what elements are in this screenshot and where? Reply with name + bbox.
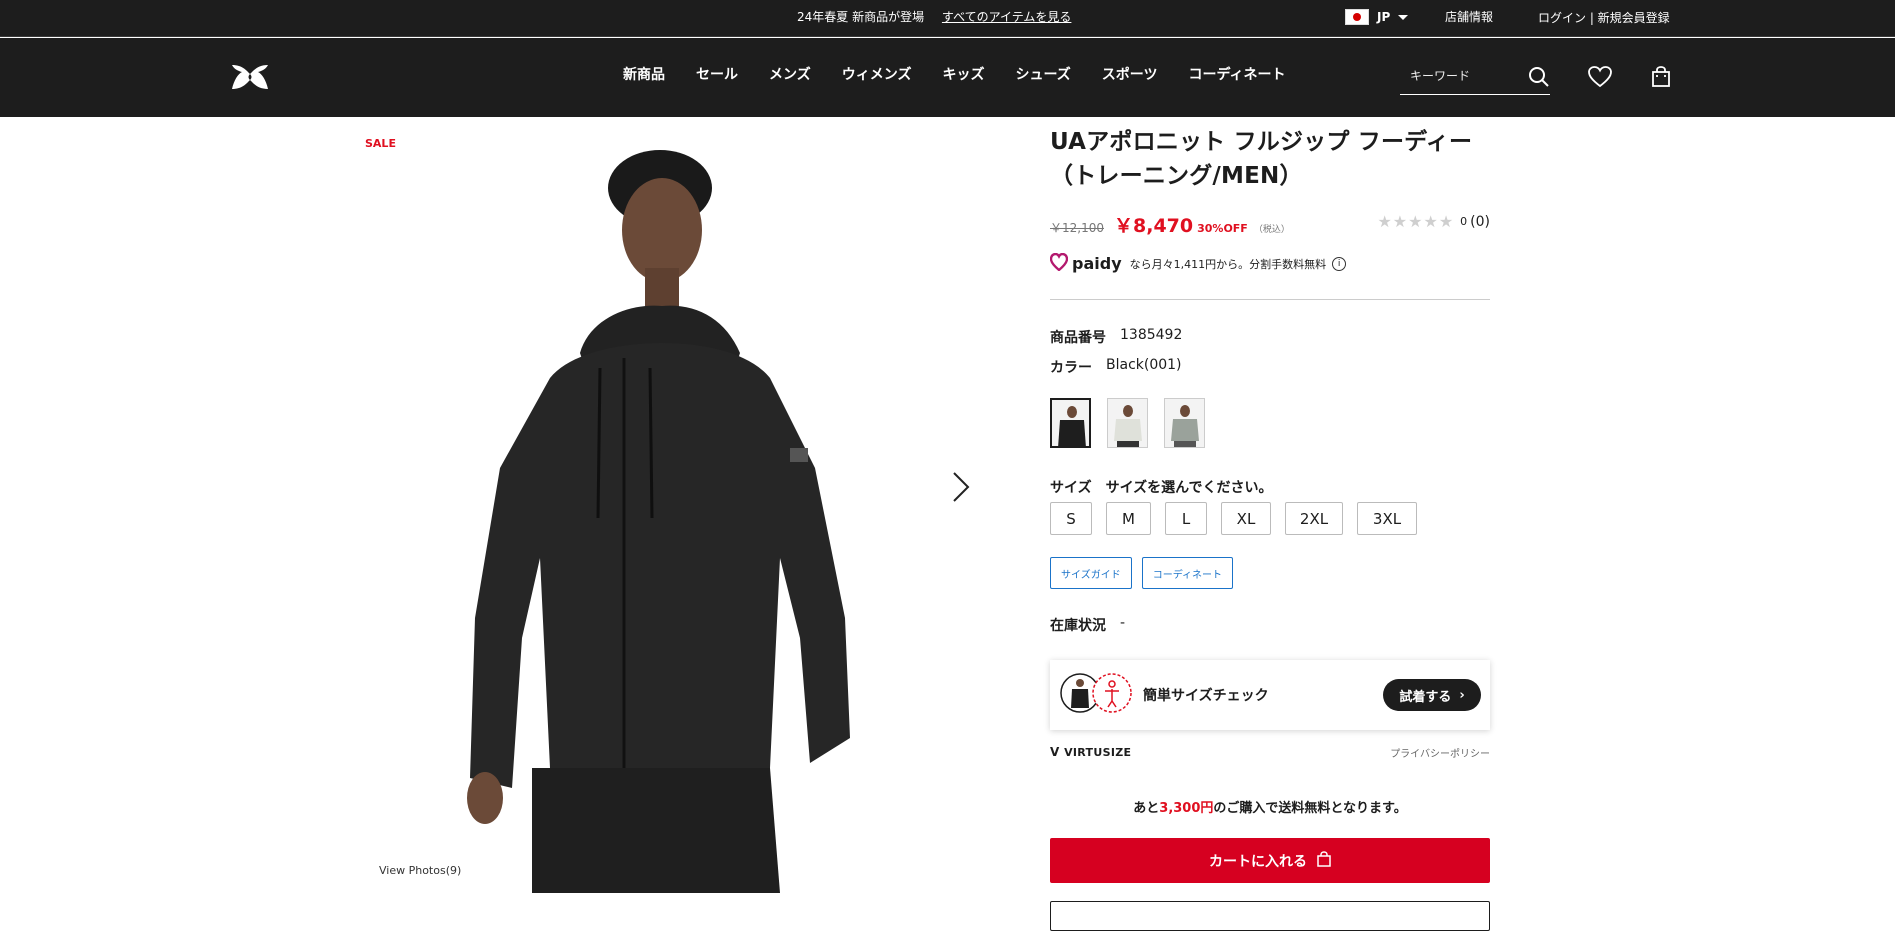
nav-sports[interactable]: スポーツ xyxy=(1102,64,1158,84)
size-option[interactable]: 2XL xyxy=(1285,502,1343,535)
swatch-gray[interactable] xyxy=(1164,398,1205,448)
chevron-right-icon: › xyxy=(1459,687,1465,703)
paidy-logo-icon xyxy=(1049,252,1069,274)
region-selector[interactable]: JP xyxy=(1345,9,1409,25)
color-swatches xyxy=(1050,398,1205,448)
try-on-button[interactable]: 試着する › xyxy=(1383,679,1481,711)
stock-row: 在庫状況 - xyxy=(1050,615,1125,635)
product-main-image[interactable] xyxy=(440,138,860,893)
virtusize-title: 簡単サイズチェック xyxy=(1143,688,1269,704)
region-label: JP xyxy=(1377,10,1391,24)
ship-prefix: あと xyxy=(1133,801,1160,816)
view-photos-link[interactable]: View Photos(9) xyxy=(379,864,461,877)
add-to-cart-label: カートに入れる xyxy=(1209,853,1307,870)
try-on-label: 試着する xyxy=(1399,689,1452,705)
all-items-link[interactable]: すべてのアイテムを見る xyxy=(942,10,1071,24)
paidy-brand: paidy xyxy=(1072,254,1122,273)
color-value: Black(001) xyxy=(1106,357,1182,373)
virtusize-avatar-icon xyxy=(1059,672,1135,718)
star-icon: ★ xyxy=(1438,212,1454,231)
nav-kids[interactable]: キッズ xyxy=(942,64,984,84)
under-armour-logo-icon xyxy=(232,65,268,89)
ship-amount: 3,300円 xyxy=(1159,801,1214,816)
swatch-black[interactable] xyxy=(1050,398,1091,448)
store-info-link[interactable]: 店舗情報 xyxy=(1445,8,1493,25)
add-to-cart-button[interactable]: カートに入れる xyxy=(1050,838,1490,883)
sku-row: 商品番号 1385492 xyxy=(1050,327,1182,347)
sale-badge: SALE xyxy=(365,137,396,150)
sku-label: 商品番号 xyxy=(1050,330,1106,346)
size-guide-row: サイズガイド コーディネート xyxy=(1050,557,1234,589)
bag-icon xyxy=(1317,850,1331,871)
product-info: UAアポロニット フルジップ フーディー （トレーニング/MEN） ￥12,10… xyxy=(1049,125,1490,931)
original-price: ￥12,100 xyxy=(1050,221,1104,235)
divider xyxy=(1050,299,1490,300)
star-icon: ★ xyxy=(1392,212,1408,231)
color-label: カラー xyxy=(1050,360,1092,376)
privacy-policy-link[interactable]: プライバシーポリシー xyxy=(1390,745,1490,760)
tax-note: （税込） xyxy=(1253,225,1290,235)
size-row: サイズ サイズを選んでください。 xyxy=(1050,477,1272,497)
brand-logo[interactable] xyxy=(228,62,272,92)
sku-value: 1385492 xyxy=(1120,327,1183,343)
site-header: 新商品 セール メンズ ウィメンズ キッズ シューズ スポーツ コーディネート xyxy=(0,38,1895,117)
paidy-installment: paidy なら月々1,411円から。分割手数料無料 i xyxy=(1049,252,1347,274)
star-icon: ★ xyxy=(1423,212,1438,231)
info-icon[interactable]: i xyxy=(1332,256,1347,271)
virtusize-brand-text: VIRTUSIZE xyxy=(1064,746,1132,759)
star-icon: ★ xyxy=(1408,212,1423,231)
nav-women[interactable]: ウィメンズ xyxy=(842,64,912,84)
virtusize-footer: V VIRTUSIZE プライバシーポリシー xyxy=(1050,745,1490,760)
size-option[interactable]: XL xyxy=(1221,502,1271,535)
product-title-line1: UAアポロニット フルジップ フーディー xyxy=(1050,129,1473,155)
color-row: カラー Black(001) xyxy=(1050,357,1182,377)
size-options: S M L XL 2XL 3XL xyxy=(1050,502,1431,535)
nav-sale[interactable]: セール xyxy=(696,64,738,84)
shopping-bag-icon[interactable] xyxy=(1651,66,1671,92)
paidy-text: なら月々1,411円から。分割手数料無料 xyxy=(1129,257,1327,271)
promo-bar: 24年春夏 新商品が登場 すべてのアイテムを見る JP 店舗情報 ログイン | … xyxy=(0,0,1895,37)
promo-text: 24年春夏 新商品が登場 xyxy=(797,10,925,24)
chevron-down-icon xyxy=(1398,14,1409,20)
coordinate-button[interactable]: コーディネート xyxy=(1141,557,1234,589)
size-option[interactable]: M xyxy=(1106,502,1151,535)
stock-label: 在庫状況 xyxy=(1050,618,1106,634)
size-guide-button[interactable]: サイズガイド xyxy=(1050,557,1132,589)
nav-new[interactable]: 新商品 xyxy=(623,64,665,84)
secondary-button[interactable] xyxy=(1050,901,1490,931)
free-shipping-note: あと3,300円のご購入で送料無料となります。 xyxy=(1050,797,1490,816)
search-input[interactable] xyxy=(1400,61,1510,91)
price-row: ￥12,100 ￥8,470 30%OFF （税込） ★ ★ ★ ★ ★ 0 (… xyxy=(1050,211,1490,237)
promo: 24年春夏 新商品が登場 すべてのアイテムを見る xyxy=(797,8,1071,25)
stock-value: - xyxy=(1120,615,1126,631)
heart-icon[interactable] xyxy=(1588,66,1612,92)
sale-price: ￥8,470 xyxy=(1114,215,1194,237)
rating[interactable]: ★ ★ ★ ★ ★ 0 (0) xyxy=(1377,212,1490,231)
virtusize-widget: 簡単サイズチェック 試着する › xyxy=(1050,660,1490,730)
discount-label: 30%OFF xyxy=(1197,222,1248,235)
star-icon: ★ xyxy=(1377,212,1392,231)
nav-coordinate[interactable]: コーディネート xyxy=(1189,64,1286,84)
product-title-line2: （トレーニング/MEN） xyxy=(1050,163,1303,189)
size-option[interactable]: L xyxy=(1165,502,1207,535)
next-image-arrow-icon[interactable] xyxy=(951,470,971,508)
size-label: サイズ xyxy=(1050,480,1092,496)
search-icon[interactable] xyxy=(1528,66,1550,92)
review-count: (0) xyxy=(1470,213,1490,230)
swatch-light[interactable] xyxy=(1107,398,1148,448)
product-title: UAアポロニット フルジップ フーディー （トレーニング/MEN） xyxy=(1050,125,1490,193)
rating-value: 0 xyxy=(1460,215,1468,228)
virtusize-logo-icon: V xyxy=(1050,745,1065,759)
nav-shoes[interactable]: シューズ xyxy=(1015,64,1070,84)
main-nav: 新商品 セール メンズ ウィメンズ キッズ シューズ スポーツ コーディネート xyxy=(623,64,1317,84)
nav-men[interactable]: メンズ xyxy=(769,64,811,84)
virtusize-brand: V VIRTUSIZE xyxy=(1050,745,1131,760)
size-option[interactable]: S xyxy=(1050,502,1092,535)
japan-flag-icon xyxy=(1345,9,1369,25)
search-box xyxy=(1400,61,1550,95)
login-register-link[interactable]: ログイン | 新規会員登録 xyxy=(1538,9,1670,26)
ship-suffix: のご購入で送料無料となります。 xyxy=(1213,801,1407,816)
size-option[interactable]: 3XL xyxy=(1357,502,1417,535)
size-prompt: サイズを選んでください。 xyxy=(1105,480,1273,496)
